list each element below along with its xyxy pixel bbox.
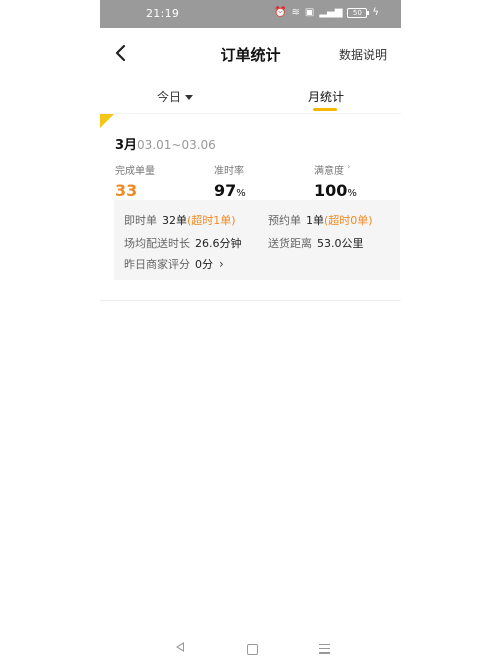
metric-label: 满意度 ›: [314, 162, 357, 177]
detail-value: 0分: [195, 258, 213, 271]
metric-value: 97%: [214, 181, 246, 200]
detail-value: 53.0公里: [317, 237, 364, 250]
period-month: 3月: [115, 138, 138, 153]
dropdown-caret-icon: [185, 95, 194, 100]
signal-icon: ▂▄▆: [319, 7, 343, 18]
tab-today[interactable]: 今日: [157, 88, 194, 105]
metric-label: 完成单量: [115, 166, 155, 177]
system-home-icon[interactable]: [247, 644, 258, 655]
wifi-icon: ≋: [291, 7, 300, 18]
chevron-right-icon: ›: [219, 257, 224, 271]
delivery-distance-row: 送货距离 53.0公里: [268, 235, 364, 251]
phone-screen: 21:19 ⏰ ≋ ▣ ▂▄▆ 50 ϟ 订单统计 数据说明 今日 月统计 3月…: [100, 0, 401, 666]
status-bar: 21:19 ⏰ ≋ ▣ ▂▄▆ 50 ϟ: [100, 0, 401, 28]
metric-completed-orders: 完成单量 33: [115, 162, 155, 200]
detail-value: 26.6分钟: [195, 237, 242, 250]
metric-number: 97: [214, 181, 237, 200]
system-nav-bar: [100, 636, 401, 666]
tab-month-stats[interactable]: 月统计: [308, 88, 344, 105]
active-tab-indicator: [313, 108, 337, 111]
metric-value: 33: [115, 181, 138, 200]
data-explanation-link[interactable]: 数据说明: [339, 46, 387, 63]
detail-label: 昨日商家评分: [124, 258, 190, 271]
metric-unit: %: [347, 188, 357, 199]
status-icons: ⏰ ≋ ▣ ▂▄▆ 50 ϟ: [274, 7, 379, 19]
battery-icon: 50: [347, 8, 370, 18]
tab-today-label: 今日: [157, 90, 182, 104]
metric-number: 100: [314, 181, 348, 200]
metric-value: 100%: [314, 181, 357, 200]
tab-bar: 今日 月统计: [100, 80, 401, 114]
instant-orders-row: 即时单 32单(超时1单): [124, 212, 236, 228]
system-menu-icon[interactable]: [319, 644, 330, 657]
alarm-icon: ⏰: [274, 7, 287, 18]
detail-label: 即时单: [124, 214, 157, 227]
avg-delivery-time-row: 场均配送时长 26.6分钟: [124, 235, 242, 251]
period-header: 3月03.01~03.06: [115, 134, 216, 153]
detail-label: 送货距离: [268, 237, 312, 250]
tab-month-label: 月统计: [308, 90, 345, 104]
detail-label: 场均配送时长: [124, 237, 190, 250]
metric-label: 准时率: [214, 166, 244, 177]
hd-icon: ▣: [304, 7, 315, 18]
metric-unit: %: [236, 188, 246, 199]
system-back-icon[interactable]: [176, 642, 184, 652]
detail-label: 预约单: [268, 214, 301, 227]
detail-note: (超时0单): [324, 214, 373, 227]
detail-box: 即时单 32单(超时1单) 预约单 1单(超时0单) 场均配送时长 26.6分钟 送货…: [114, 200, 400, 280]
period-range: 03.01~03.06: [137, 138, 216, 152]
status-time: 21:19: [146, 7, 180, 20]
info-chevron-icon: ›: [347, 162, 351, 171]
metric-satisfaction[interactable]: 满意度 › 100%: [314, 162, 357, 200]
booked-orders-row: 预约单 1单(超时0单): [268, 212, 373, 228]
metric-label-text: 满意度: [314, 166, 344, 177]
merchant-rating-row[interactable]: 昨日商家评分 0分 ›: [124, 256, 224, 272]
nav-bar: 订单统计 数据说明: [100, 28, 401, 78]
detail-value: 1单: [306, 214, 324, 227]
charging-icon: ϟ: [372, 7, 379, 18]
detail-value: 32单: [162, 214, 187, 227]
corner-marker: [100, 114, 114, 128]
stats-card: 3月03.01~03.06 完成单量 33 准时率 97% 满意度 › 100%…: [100, 113, 401, 301]
detail-note: (超时1单): [187, 214, 236, 227]
metric-on-time-rate: 准时率 97%: [214, 162, 246, 200]
